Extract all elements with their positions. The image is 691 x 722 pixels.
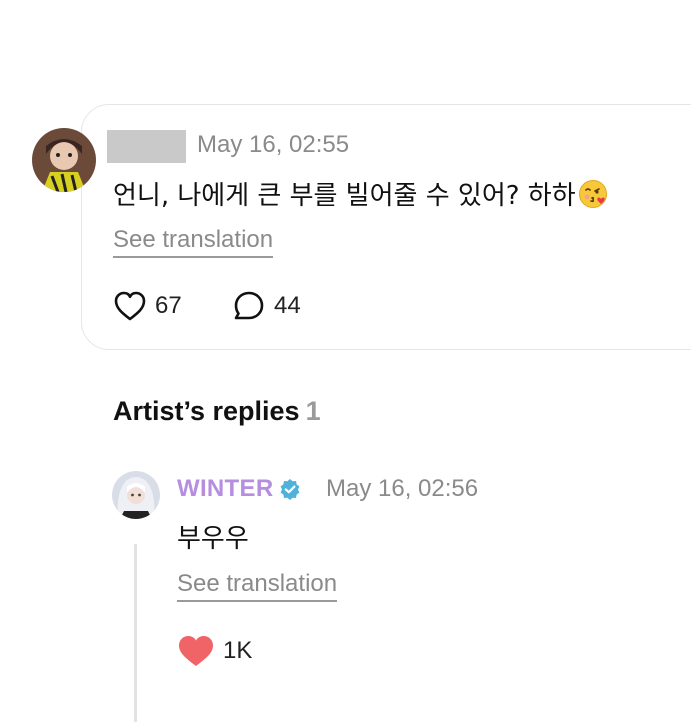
reply-button[interactable]: 44 (232, 290, 301, 322)
verified-badge-icon (281, 479, 300, 500)
comment-timestamp: May 16, 02:55 (197, 131, 350, 158)
reply-like-count: 1K (223, 637, 253, 664)
artist-name[interactable]: WINTER (177, 475, 273, 503)
redacted-username (107, 130, 186, 163)
like-count: 67 (155, 292, 182, 319)
reply-timestamp: May 16, 02:56 (326, 475, 479, 502)
artist-replies-count: 1 (305, 396, 321, 426)
artist-replies-heading: Artist’s replies 1 (113, 396, 321, 427)
comment-bubble-icon (234, 291, 264, 320)
reply-see-translation-link[interactable]: See translation (177, 570, 338, 602)
heart-filled-icon (179, 636, 213, 666)
comment-text: 언니, 나에게 큰 부를 빌어줄 수 있어? 하하 (113, 181, 576, 211)
thread-connector-line (134, 544, 137, 722)
reply-header: WINTER (177, 475, 301, 503)
artist-avatar[interactable] (112, 471, 160, 519)
reply-count: 44 (274, 292, 301, 319)
artist-replies-title: Artist’s replies (113, 396, 300, 426)
kissing-face-with-heart-icon (578, 179, 608, 209)
comment-text-row: 언니, 나에게 큰 부를 빌어줄 수 있어? 하하 (113, 175, 608, 212)
reply-text: 부우우 (177, 524, 249, 554)
like-button[interactable]: 67 (113, 290, 182, 322)
heart-outline-icon (114, 291, 146, 321)
see-translation-link[interactable]: See translation (113, 226, 274, 258)
user-avatar[interactable] (32, 128, 96, 192)
reply-like-button[interactable]: 1K (177, 634, 252, 668)
